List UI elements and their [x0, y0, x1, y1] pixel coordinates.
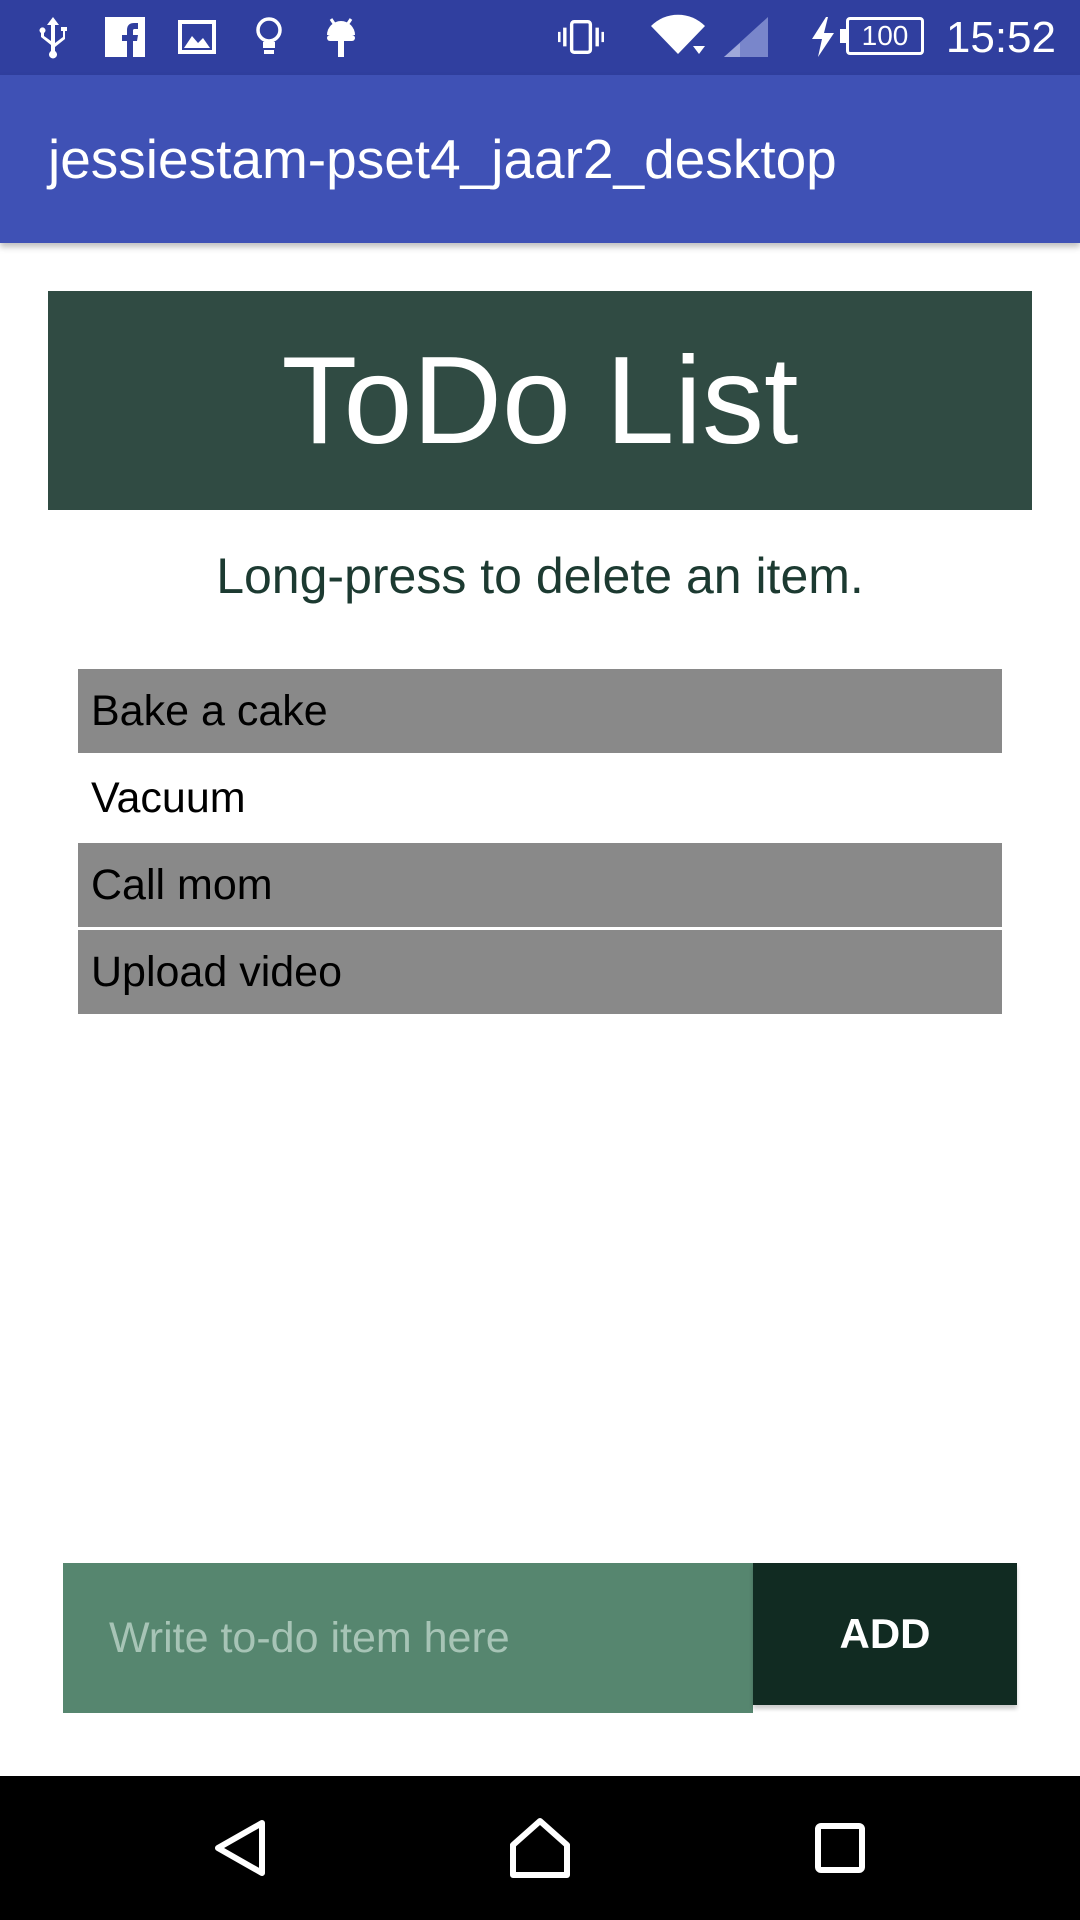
list-item[interactable]: Upload video	[78, 930, 1002, 1014]
add-button[interactable]: ADD	[753, 1563, 1017, 1705]
battery-indicator: 100	[840, 17, 924, 55]
usb-icon	[30, 14, 76, 60]
charging-icon	[808, 14, 838, 60]
gallery-icon	[174, 14, 220, 60]
status-bar: 100 15:52	[0, 0, 1080, 75]
screen: 100 15:52 jessiestam-pset4_jaar2_desktop…	[0, 0, 1080, 1920]
list-item[interactable]: Bake a cake	[78, 669, 1002, 753]
banner-title: ToDo List	[281, 331, 799, 470]
todo-input[interactable]: Write to-do item here	[63, 1563, 753, 1713]
todo-banner: ToDo List	[48, 291, 1032, 510]
android-icon	[318, 14, 364, 60]
list-item[interactable]: Vacuum	[78, 756, 1002, 840]
status-time: 15:52	[945, 13, 1056, 62]
delete-hint: Long-press to delete an item.	[216, 548, 864, 604]
recents-icon[interactable]	[800, 1808, 880, 1888]
app-title: jessiestam-pset4_jaar2_desktop	[48, 128, 837, 190]
app-bar: jessiestam-pset4_jaar2_desktop	[0, 75, 1080, 243]
back-icon[interactable]	[200, 1808, 280, 1888]
navigation-bar	[0, 1776, 1080, 1920]
list-item[interactable]: Call mom	[78, 843, 1002, 927]
vibrate-icon	[558, 14, 604, 60]
lightbulb-icon	[246, 14, 292, 60]
facebook-icon	[102, 14, 148, 60]
wifi-icon	[648, 14, 708, 60]
home-icon[interactable]	[500, 1808, 580, 1888]
signal-icon	[720, 14, 772, 60]
